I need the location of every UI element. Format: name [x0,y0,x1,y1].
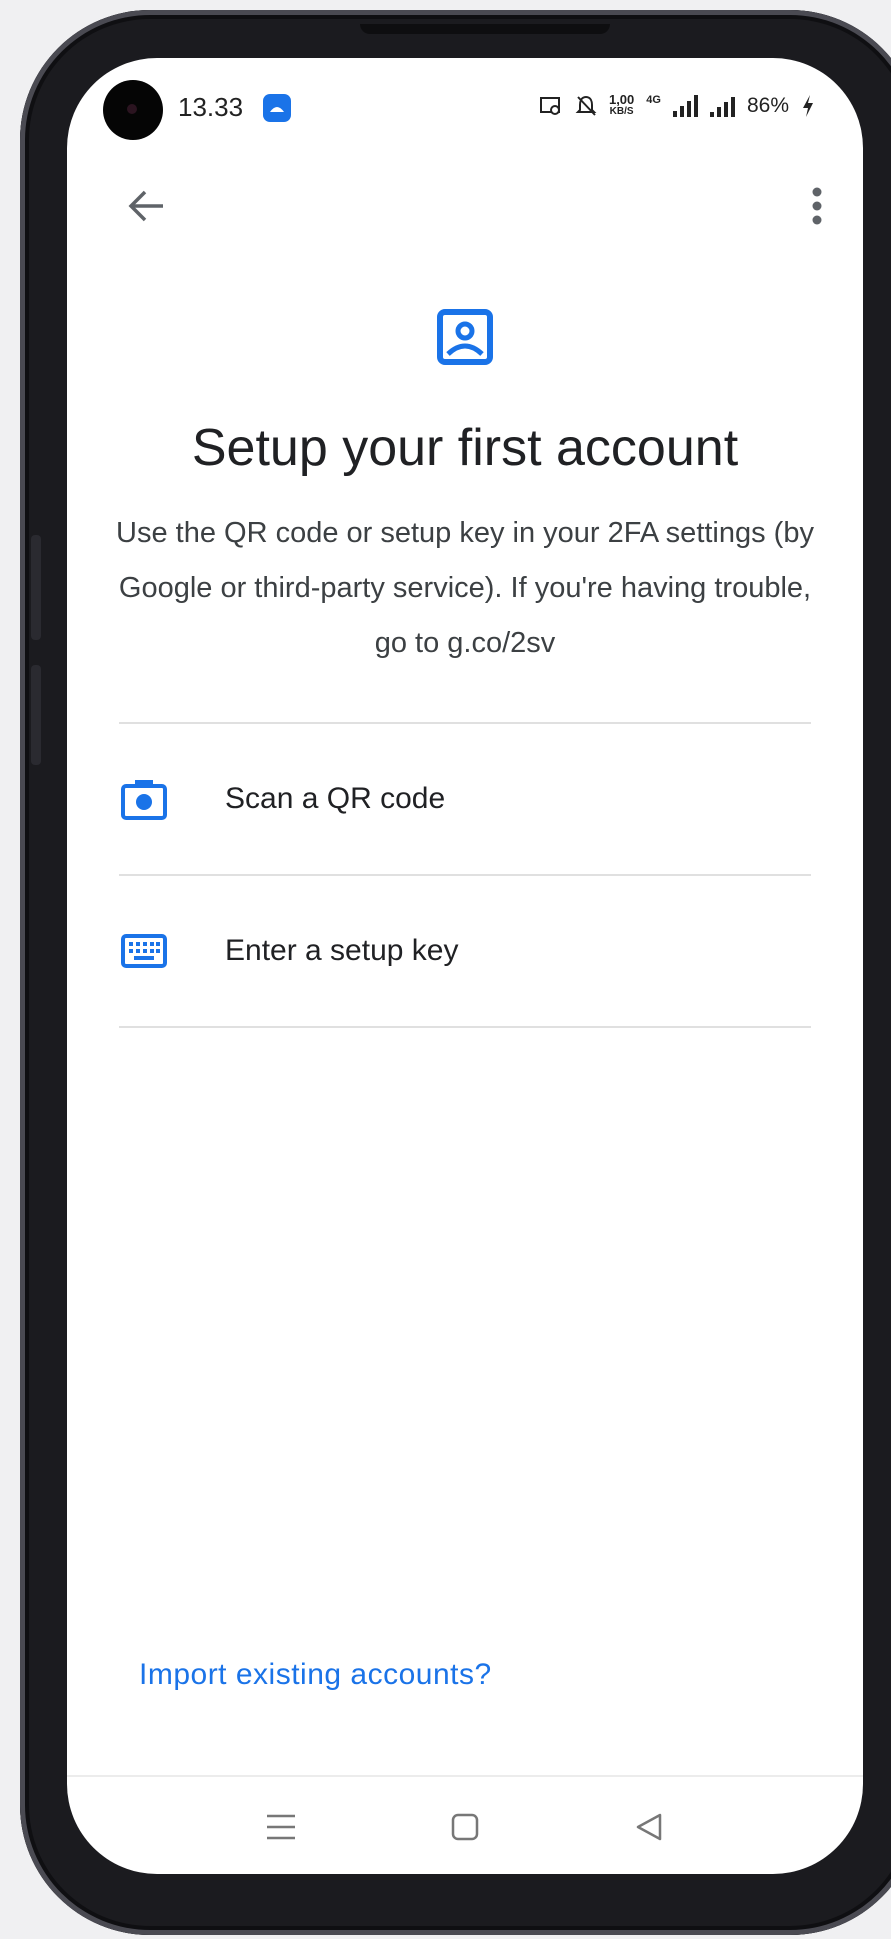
scan-qr-option[interactable]: Scan a QR code [119,724,811,874]
more-vert-icon [812,187,822,225]
page-title: Setup your first account [191,419,739,477]
charging-icon [803,95,813,117]
net-speed-value: 1,00 [608,92,635,107]
status-icons: 1,00 KB/S 4G 86% [539,92,815,118]
recents-icon [267,1814,295,1840]
network-type: 4G [646,94,661,106]
recents-button[interactable] [257,1803,305,1851]
net-speed: 1,00 KB/S [608,92,635,118]
navigation-bar [67,1775,863,1874]
enter-setup-key-label: Enter a setup key [225,934,459,967]
keyboard-icon [119,926,169,976]
scan-qr-label: Scan a QR code [225,782,446,815]
notification-app-icon [263,94,291,122]
top-bezel-notch [360,24,610,34]
home-button[interactable] [441,1803,489,1851]
battery-percent: 86% [746,94,789,117]
volume-button [31,535,41,640]
screenshot-icon [539,97,560,115]
nav-back-button[interactable] [625,1803,673,1851]
nav-back-icon [636,1813,662,1841]
back-button[interactable] [119,178,175,234]
front-camera [103,80,163,140]
net-speed-unit: KB/S [609,106,634,117]
signal-icon-1 [672,95,698,117]
account-box-icon [436,308,494,366]
import-accounts-link[interactable]: Import existing accounts? [139,1658,492,1692]
signal-icon-2 [709,95,735,117]
camera-icon [119,774,169,824]
bell-off-icon [575,95,597,116]
status-time: 13.33 [178,92,244,122]
more-options-button[interactable] [793,178,841,234]
home-icon [451,1813,479,1841]
enter-setup-key-option[interactable]: Enter a setup key [119,876,811,1026]
divider [119,1026,811,1028]
screen: 13.33 1,00 KB/S 4G 86% Setup your first … [67,58,863,1874]
arrow-back-icon [128,190,163,222]
power-button [31,665,41,765]
page-description: Use the QR code or setup key in your 2FA… [116,517,814,659]
